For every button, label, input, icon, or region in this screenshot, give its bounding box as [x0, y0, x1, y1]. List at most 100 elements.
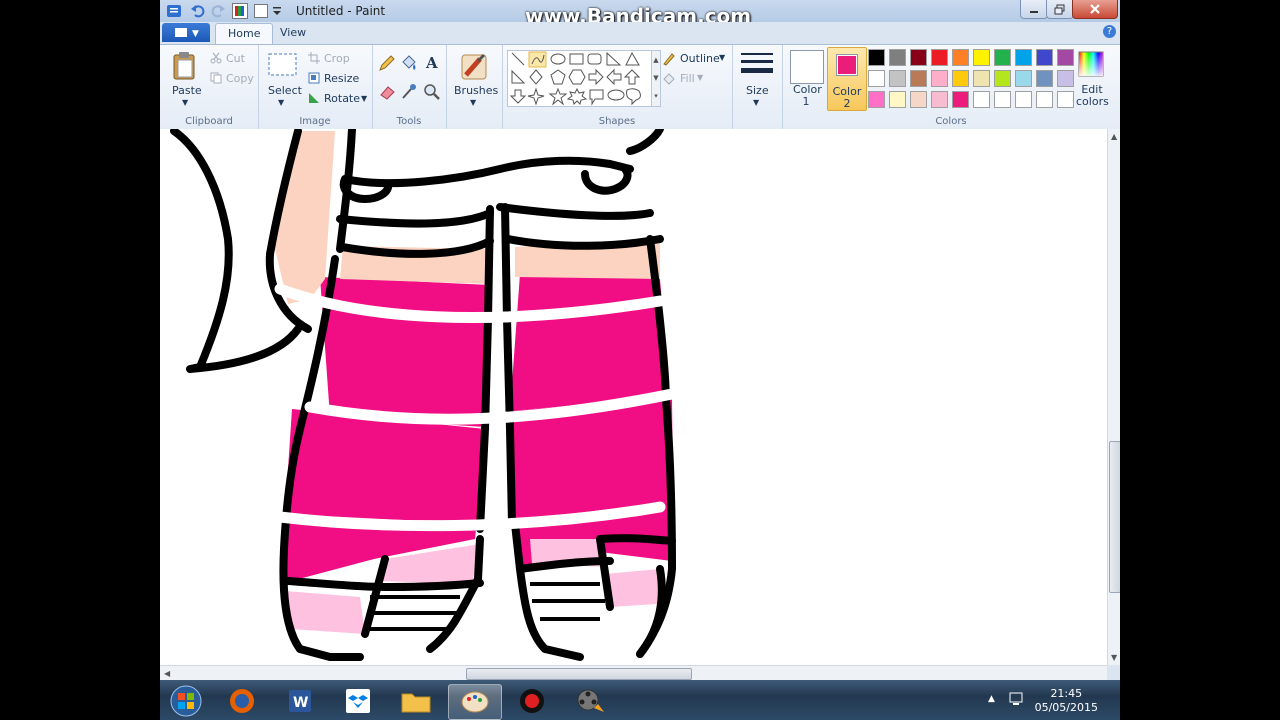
crop-button[interactable]: Crop [324, 52, 350, 65]
palette-swatch[interactable] [868, 49, 885, 66]
horizontal-scrollbar[interactable]: ◀ [160, 665, 1107, 681]
image-group: Select ▼ Crop Resize Rotate ▼ Image [258, 45, 373, 129]
white-page-icon[interactable] [253, 3, 269, 19]
paste-icon[interactable] [172, 51, 198, 84]
select-icon[interactable] [268, 53, 298, 80]
palette-swatch[interactable] [1036, 70, 1053, 87]
outline-chevron-icon[interactable]: ▼ [719, 53, 725, 62]
maximize-button[interactable] [1046, 0, 1074, 19]
paste-button[interactable]: Paste [172, 84, 202, 97]
palette-swatch[interactable] [952, 91, 969, 108]
magnifier-icon[interactable] [423, 83, 441, 104]
drawing-canvas[interactable] [160, 129, 1107, 665]
palette-swatch[interactable] [952, 49, 969, 66]
palette-swatch[interactable] [1057, 91, 1074, 108]
palette-swatch[interactable] [1036, 49, 1053, 66]
tab-view[interactable]: View [268, 23, 318, 44]
close-button[interactable] [1072, 0, 1118, 19]
palette-swatch[interactable] [1015, 49, 1032, 66]
taskbar-paint[interactable] [448, 684, 502, 720]
taskbar-explorer[interactable] [390, 684, 442, 718]
brushes-icon[interactable] [458, 51, 490, 84]
color1-label[interactable]: Color 1 [793, 84, 822, 108]
palette-swatch[interactable] [868, 91, 885, 108]
palette-swatch[interactable] [1036, 91, 1053, 108]
taskbar-movie-maker[interactable] [564, 684, 616, 718]
start-button[interactable] [162, 684, 210, 718]
pencil-icon[interactable] [378, 54, 396, 75]
palette-swatch[interactable] [973, 70, 990, 87]
fill-button[interactable]: Fill [680, 72, 695, 85]
cut-button[interactable]: Cut [226, 52, 245, 65]
eraser-icon[interactable] [378, 83, 396, 104]
palette-swatch[interactable] [931, 70, 948, 87]
palette-swatch[interactable] [910, 70, 927, 87]
tab-home[interactable]: Home [215, 23, 274, 45]
scroll-left-icon[interactable]: ◀ [164, 669, 170, 678]
text-icon[interactable]: A [423, 53, 441, 74]
color2-fill [838, 56, 856, 74]
network-icon[interactable] [1008, 690, 1024, 711]
scroll-up-icon[interactable]: ▲ [1111, 132, 1117, 141]
quick-access-dropdown-icon[interactable] [272, 4, 288, 20]
palette-swatch[interactable] [973, 49, 990, 66]
shapes-scroll[interactable]: ▲ ▼ ▾ [651, 50, 661, 107]
palette-swatch[interactable] [1015, 91, 1032, 108]
taskbar-firefox[interactable] [216, 684, 268, 718]
palette-swatch[interactable] [868, 70, 885, 87]
palette-swatch[interactable] [994, 49, 1011, 66]
minimize-button[interactable] [1020, 0, 1048, 19]
svg-text:W: W [293, 695, 308, 711]
vertical-scroll-thumb[interactable] [1109, 441, 1120, 593]
select-button[interactable]: Select [268, 84, 302, 97]
palette-swatch[interactable] [889, 70, 906, 87]
color2-button[interactable]: Color 2 [827, 47, 867, 111]
taskbar-clock[interactable]: 21:45 05/05/2015 [1035, 687, 1098, 715]
vertical-scrollbar[interactable]: ▲ ▼ [1107, 129, 1120, 665]
help-icon[interactable]: ? [1103, 25, 1116, 38]
palette-swatch[interactable] [931, 91, 948, 108]
taskbar-word[interactable]: W [274, 684, 326, 718]
color-swatch-icon[interactable] [232, 3, 248, 19]
select-chevron-icon[interactable]: ▼ [278, 98, 284, 107]
palette-swatch[interactable] [910, 49, 927, 66]
resize-button[interactable]: Resize [324, 72, 359, 85]
brushes-chevron-icon[interactable]: ▼ [470, 98, 476, 107]
clipboard-group: Paste ▼ Cut Copy Clipboard [160, 45, 259, 129]
brushes-button[interactable]: Brushes [454, 84, 498, 97]
redo-icon[interactable] [210, 3, 226, 19]
palette-swatch[interactable] [889, 91, 906, 108]
paste-chevron-icon[interactable]: ▼ [182, 98, 188, 107]
fill-icon[interactable] [400, 54, 418, 75]
size-chevron-icon[interactable]: ▼ [753, 98, 759, 107]
copy-button[interactable]: Copy [226, 72, 254, 85]
taskbar-bandicam[interactable] [506, 684, 558, 718]
fill-chevron-icon[interactable]: ▼ [697, 73, 703, 82]
palette-swatch[interactable] [1057, 49, 1074, 66]
palette-swatch[interactable] [973, 91, 990, 108]
palette-swatch[interactable] [889, 49, 906, 66]
size-button[interactable]: Size [746, 84, 769, 97]
taskbar-dropbox[interactable] [332, 684, 384, 718]
edit-colors-button[interactable]: Edit colors [1076, 84, 1109, 108]
line-width-icon[interactable] [741, 51, 773, 80]
color-picker-icon[interactable] [400, 83, 418, 104]
palette-swatch[interactable] [931, 49, 948, 66]
palette-swatch[interactable] [1057, 70, 1074, 87]
undo-icon[interactable] [190, 3, 206, 19]
palette-swatch[interactable] [994, 70, 1011, 87]
paint-menu-button[interactable]: ▼ [162, 23, 210, 42]
scroll-down-icon[interactable]: ▼ [1111, 653, 1117, 662]
rotate-chevron-icon[interactable]: ▼ [361, 94, 367, 103]
rotate-button[interactable]: Rotate [324, 92, 360, 105]
outline-button[interactable]: Outline [680, 52, 720, 65]
palette-swatch[interactable] [1015, 70, 1032, 87]
paint-app-icon[interactable] [166, 3, 182, 19]
tray-expand-icon[interactable]: ▲ [988, 694, 995, 704]
color1-swatch[interactable] [790, 50, 824, 84]
horizontal-scroll-thumb[interactable] [466, 668, 692, 680]
edit-colors-icon[interactable] [1078, 51, 1104, 82]
palette-swatch[interactable] [994, 91, 1011, 108]
palette-swatch[interactable] [910, 91, 927, 108]
palette-swatch[interactable] [952, 70, 969, 87]
